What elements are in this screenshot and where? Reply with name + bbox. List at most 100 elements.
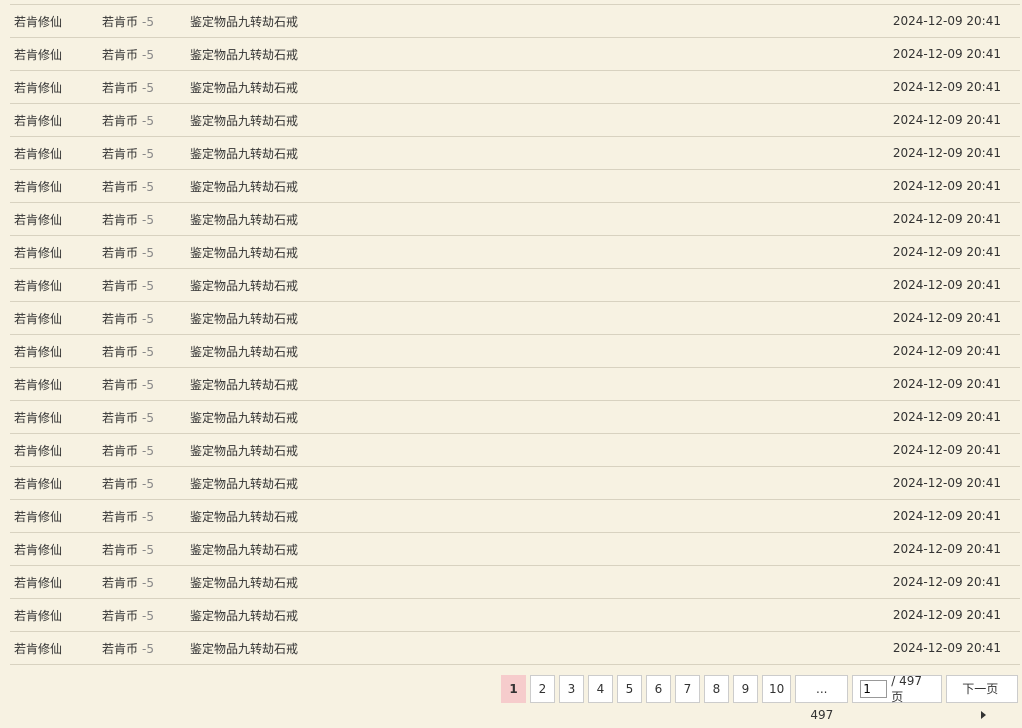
currency-name: 若肯币 <box>102 476 139 491</box>
currency-name: 若肯币 <box>102 179 139 194</box>
currency-name: 若肯币 <box>102 410 139 425</box>
description-cell: 鉴定物品九转劫石戒 <box>190 169 790 203</box>
timestamp-cell: 2024-12-09 20:41 <box>790 532 1020 566</box>
description-cell: 鉴定物品九转劫石戒 <box>190 235 790 269</box>
currency-name: 若肯币 <box>102 47 139 62</box>
currency-amount: -5 <box>142 377 154 392</box>
timestamp-cell: 2024-12-09 20:41 <box>790 565 1020 599</box>
user-name-cell: 若肯修仙 <box>10 70 102 104</box>
currency-name: 若肯币 <box>102 245 139 260</box>
table-row: 若肯修仙 若肯币 -5 鉴定物品九转劫石戒 2024-12-09 20:41 <box>10 565 1020 599</box>
user-name-cell: 若肯修仙 <box>10 367 102 401</box>
description-cell: 鉴定物品九转劫石戒 <box>190 103 790 137</box>
table-row: 若肯修仙 若肯币 -5 鉴定物品九转劫石戒 2024-12-09 20:41 <box>10 103 1020 137</box>
currency-name: 若肯币 <box>102 278 139 293</box>
currency-cell: 若肯币 -5 <box>102 301 190 335</box>
currency-name: 若肯币 <box>102 146 139 161</box>
currency-amount: -5 <box>142 278 154 293</box>
user-name-cell: 若肯修仙 <box>10 334 102 368</box>
table-row: 若肯修仙 若肯币 -5 鉴定物品九转劫石戒 2024-12-09 20:41 <box>10 268 1020 302</box>
user-name-cell: 若肯修仙 <box>10 202 102 236</box>
table-row: 若肯修仙 若肯币 -5 鉴定物品九转劫石戒 2024-12-09 20:41 <box>10 400 1020 434</box>
user-name-cell: 若肯修仙 <box>10 301 102 335</box>
currency-name: 若肯币 <box>102 542 139 557</box>
currency-cell: 若肯币 -5 <box>102 565 190 599</box>
currency-cell: 若肯币 -5 <box>102 499 190 533</box>
currency-name: 若肯币 <box>102 212 139 227</box>
currency-amount: -5 <box>142 641 154 656</box>
currency-amount: -5 <box>142 113 154 128</box>
table-row: 若肯修仙 若肯币 -5 鉴定物品九转劫石戒 2024-12-09 20:41 <box>10 169 1020 203</box>
currency-name: 若肯币 <box>102 377 139 392</box>
currency-amount: -5 <box>142 509 154 524</box>
table-row: 若肯修仙 若肯币 -5 鉴定物品九转劫石戒 2024-12-09 20:41 <box>10 631 1020 665</box>
description-cell: 鉴定物品九转劫石戒 <box>190 367 790 401</box>
currency-cell: 若肯币 -5 <box>102 466 190 500</box>
table-row: 若肯修仙 若肯币 -5 鉴定物品九转劫石戒 2024-12-09 20:41 <box>10 301 1020 335</box>
currency-amount: -5 <box>142 410 154 425</box>
currency-amount: -5 <box>142 14 154 29</box>
user-name-cell: 若肯修仙 <box>10 136 102 170</box>
description-cell: 鉴定物品九转劫石戒 <box>190 466 790 500</box>
user-name-cell: 若肯修仙 <box>10 466 102 500</box>
table-row: 若肯修仙 若肯币 -5 鉴定物品九转劫石戒 2024-12-09 20:41 <box>10 499 1020 533</box>
timestamp-cell: 2024-12-09 20:41 <box>790 169 1020 203</box>
currency-cell: 若肯币 -5 <box>102 400 190 434</box>
description-cell: 鉴定物品九转劫石戒 <box>190 400 790 434</box>
log-table-body: 若肯修仙 若肯币 -5 鉴定物品九转劫石戒 2024-12-09 20:41 若肯修仙 若肯… <box>10 5 1020 665</box>
timestamp-cell: 2024-12-09 20:41 <box>790 367 1020 401</box>
currency-name: 若肯币 <box>102 14 139 29</box>
currency-cell: 若肯币 -5 <box>102 235 190 269</box>
description-cell: 鉴定物品九转劫石戒 <box>190 136 790 170</box>
timestamp-cell: 2024-12-09 20:41 <box>790 136 1020 170</box>
description-cell: 鉴定物品九转劫石戒 <box>190 598 790 632</box>
currency-log-table: 若肯修仙 若肯币 -5 鉴定物品九转劫石戒 2024-12-09 20:41 若肯修仙 若肯… <box>10 5 1020 665</box>
timestamp-cell: 2024-12-09 20:41 <box>790 598 1020 632</box>
description-cell: 鉴定物品九转劫石戒 <box>190 301 790 335</box>
table-row: 若肯修仙 若肯币 -5 鉴定物品九转劫石戒 2024-12-09 20:41 <box>10 202 1020 236</box>
currency-name: 若肯币 <box>102 80 139 95</box>
description-cell: 鉴定物品九转劫石戒 <box>190 631 790 665</box>
timestamp-cell: 2024-12-09 20:41 <box>790 235 1020 269</box>
page-jump-input[interactable] <box>860 680 888 698</box>
description-cell: 鉴定物品九转劫石戒 <box>190 268 790 302</box>
timestamp-cell: 2024-12-09 20:41 <box>790 334 1020 368</box>
table-row: 若肯修仙 若肯币 -5 鉴定物品九转劫石戒 2024-12-09 20:41 <box>10 235 1020 269</box>
description-cell: 鉴定物品九转劫石戒 <box>190 499 790 533</box>
user-name-cell: 若肯修仙 <box>10 499 102 533</box>
currency-cell: 若肯币 -5 <box>102 70 190 104</box>
currency-cell: 若肯币 -5 <box>102 5 190 38</box>
timestamp-cell: 2024-12-09 20:41 <box>790 466 1020 500</box>
table-row: 若肯修仙 若肯币 -5 鉴定物品九转劫石戒 2024-12-09 20:41 <box>10 37 1020 71</box>
table-row: 若肯修仙 若肯币 -5 鉴定物品九转劫石戒 2024-12-09 20:41 <box>10 433 1020 467</box>
user-name-cell: 若肯修仙 <box>10 5 102 38</box>
currency-name: 若肯币 <box>102 575 139 590</box>
currency-amount: -5 <box>142 575 154 590</box>
timestamp-cell: 2024-12-09 20:41 <box>790 400 1020 434</box>
currency-name: 若肯币 <box>102 443 139 458</box>
currency-amount: -5 <box>142 245 154 260</box>
page-total: / 497 页 <box>891 673 923 704</box>
table-row: 若肯修仙 若肯币 -5 鉴定物品九转劫石戒 2024-12-09 20:41 <box>10 466 1020 500</box>
arrow-right-icon <box>980 710 986 719</box>
user-name-cell: 若肯修仙 <box>10 532 102 566</box>
user-name-cell: 若肯修仙 <box>10 169 102 203</box>
user-name-cell: 若肯修仙 <box>10 103 102 137</box>
currency-cell: 若肯币 -5 <box>102 631 190 665</box>
timestamp-cell: 2024-12-09 20:41 <box>790 202 1020 236</box>
currency-amount: -5 <box>142 47 154 62</box>
description-cell: 鉴定物品九转劫石戒 <box>190 5 790 38</box>
currency-amount: -5 <box>142 608 154 623</box>
table-row: 若肯修仙 若肯币 -5 鉴定物品九转劫石戒 2024-12-09 20:41 <box>10 532 1020 566</box>
user-name-cell: 若肯修仙 <box>10 565 102 599</box>
description-cell: 鉴定物品九转劫石戒 <box>190 532 790 566</box>
currency-cell: 若肯币 -5 <box>102 268 190 302</box>
currency-cell: 若肯币 -5 <box>102 598 190 632</box>
user-name-cell: 若肯修仙 <box>10 631 102 665</box>
currency-amount: -5 <box>142 542 154 557</box>
description-cell: 鉴定物品九转劫石戒 <box>190 433 790 467</box>
table-row: 若肯修仙 若肯币 -5 鉴定物品九转劫石戒 2024-12-09 20:41 <box>10 367 1020 401</box>
currency-cell: 若肯币 -5 <box>102 37 190 71</box>
currency-name: 若肯币 <box>102 113 139 128</box>
currency-name: 若肯币 <box>102 311 139 326</box>
